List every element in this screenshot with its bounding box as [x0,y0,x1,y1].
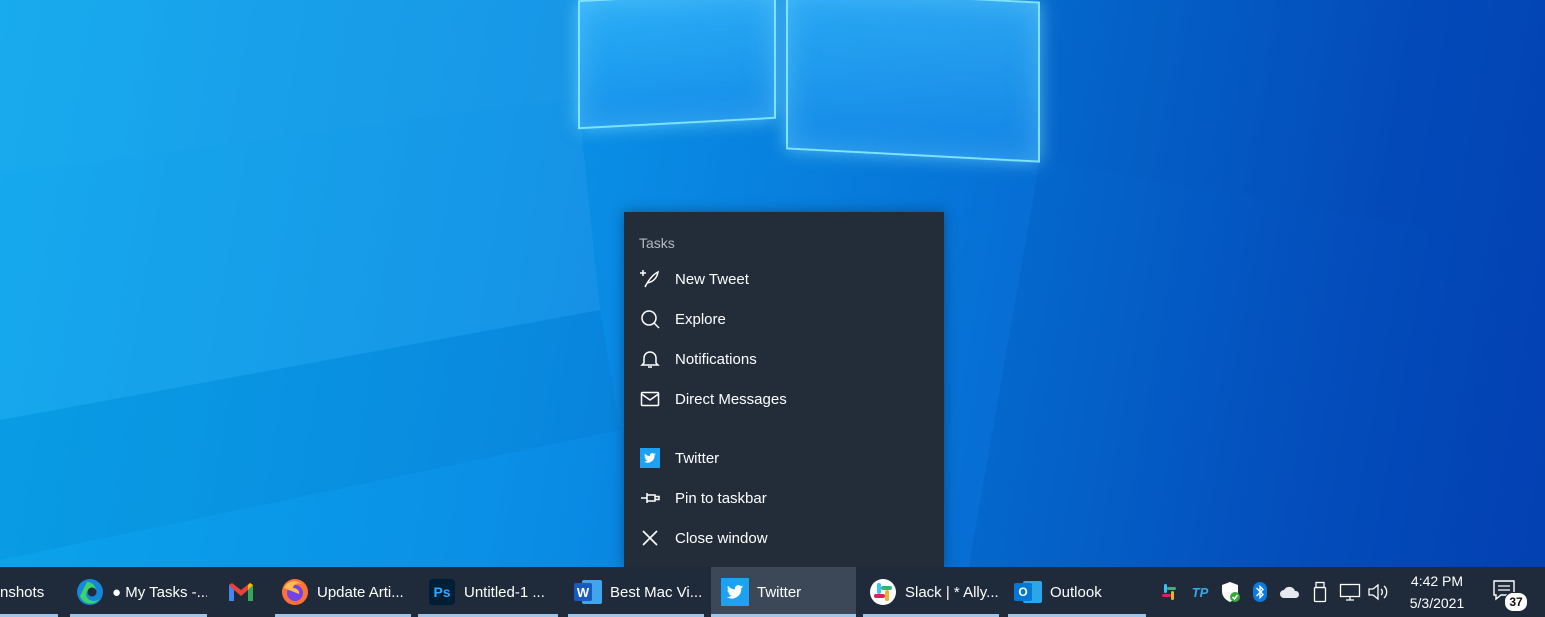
jump-list-item-twitter-app[interactable]: Twitter [624,439,944,477]
outlook-icon: O [1014,578,1042,606]
taskbar-button-slack[interactable]: Slack | * Ally... [863,567,999,617]
envelope-icon [640,389,660,409]
bluetooth-icon[interactable] [1248,579,1272,605]
twitter-jump-list-menu: Tasks New Tweet Explore Notifications Di… [624,212,944,567]
jump-list-item-pin-to-taskbar[interactable]: Pin to taskbar [624,479,944,517]
windows-logo-pane-left [578,0,776,130]
word-icon: W [574,578,602,606]
edge-icon [76,578,104,606]
taskbar-button-label: Best Mac Vi... [610,583,703,601]
windows-security-shield-icon[interactable] [1218,579,1242,605]
jump-list-item-label: Pin to taskbar [675,489,767,507]
jump-list-item-label: New Tweet [675,270,749,288]
taskbar-button-gmail[interactable] [219,567,263,617]
bell-icon [640,349,660,369]
notification-count-badge: 37 [1504,592,1528,612]
volume-icon[interactable] [1367,579,1391,605]
jump-list-item-label: Twitter [675,449,720,467]
clock-date: 5/3/2021 [1409,595,1465,611]
jump-list-item-close-window[interactable]: Close window [624,519,944,557]
outlook-glyph: O [1014,583,1032,601]
network-icon[interactable] [1338,579,1362,605]
taskbar-button-label: Twitter [757,583,802,601]
taskbar-button-word[interactable]: W Best Mac Vi... [568,567,704,617]
jump-list-item-label: Notifications [675,350,757,368]
twitter-icon [721,578,749,606]
search-icon [640,309,660,329]
taskbar-button-label: Slack | * Ally... [905,583,999,601]
windows-logo-pane-right [786,0,1040,163]
pin-icon [640,488,660,508]
jump-list-item-label: Close window [675,529,768,547]
taskbar-button-outlook[interactable]: O Outlook [1008,567,1146,617]
taskbar-button-label: Update Arti... [317,583,404,601]
taskbar-button-label: nshots [0,583,45,601]
tp-label: TP [1191,584,1209,600]
photoshop-icon: Ps [428,578,456,606]
firefox-icon [281,578,309,606]
slack-tray-icon[interactable] [1157,579,1181,605]
jump-list-tasks-header: Tasks [639,235,675,251]
word-glyph: W [574,583,592,601]
clock-time: 4:42 PM [1410,573,1464,589]
jump-list-item-new-tweet[interactable]: New Tweet [624,260,944,298]
taskbar-button-firefox[interactable]: Update Arti... [275,567,411,617]
taskbar-button-photoshop[interactable]: Ps Untitled-1 ... [418,567,558,617]
tp-tray-icon[interactable]: TP [1188,579,1212,605]
taskbar-clock[interactable]: 4:42 PM 5/3/2021 [1398,570,1476,614]
onedrive-cloud-icon[interactable] [1278,579,1302,605]
jump-list-item-explore[interactable]: Explore [624,300,944,338]
quill-plus-icon [640,269,660,289]
usb-drive-icon[interactable] [1308,579,1332,605]
close-icon [640,528,660,548]
taskbar-button-label: ● My Tasks -... [112,583,207,601]
gmail-icon [227,578,255,606]
twitter-logo-icon [640,448,660,468]
taskbar-button-label: Outlook [1050,583,1102,601]
taskbar-button-label: Untitled-1 ... [464,583,545,601]
taskbar-button-edge[interactable]: ● My Tasks -... [70,567,207,617]
photoshop-glyph: Ps [429,579,455,605]
taskbar-button-screenshots[interactable]: nshots [0,567,58,617]
slack-icon [869,578,897,606]
jump-list-item-label: Direct Messages [675,390,787,408]
taskbar-button-twitter[interactable]: Twitter [711,567,856,617]
jump-list-item-direct-messages[interactable]: Direct Messages [624,380,944,418]
jump-list-item-label: Explore [675,310,726,328]
jump-list-item-notifications[interactable]: Notifications [624,340,944,378]
action-center-button[interactable]: 37 [1490,576,1530,612]
